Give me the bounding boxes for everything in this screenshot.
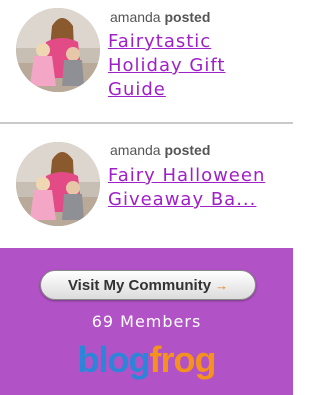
post-author: amanda [110,142,161,158]
members-count: 69 Members [91,312,202,331]
post-title-link[interactable]: Fairytastic Holiday Gift Guide [108,30,288,102]
post-title-link[interactable]: Fairy Halloween Giveaway Ba... [108,164,288,212]
visit-community-button[interactable]: Visit My Community → [40,270,256,300]
post-meta: amanda posted [110,142,210,158]
avatar[interactable] [16,8,100,92]
visit-community-label: Visit My Community [67,276,212,294]
community-panel: Visit My Community → 69 Members blogfrog [0,248,293,395]
arrow-right-icon: → [215,277,229,293]
post-verb: posted [164,142,211,158]
post-verb: posted [164,9,211,25]
post-item: amanda posted Fairytastic Holiday Gift G… [0,0,293,122]
logo-text-frog: frog [149,339,217,380]
logo-text-blog: blog [77,339,151,380]
post-item: amanda posted Fairy Halloween Giveaway B… [0,124,293,248]
post-feed: amanda posted Fairytastic Holiday Gift G… [0,0,293,248]
post-meta: amanda posted [110,9,210,25]
blogfrog-logo[interactable]: blogfrog [0,340,293,380]
post-author: amanda [110,9,161,25]
avatar[interactable] [16,142,100,226]
